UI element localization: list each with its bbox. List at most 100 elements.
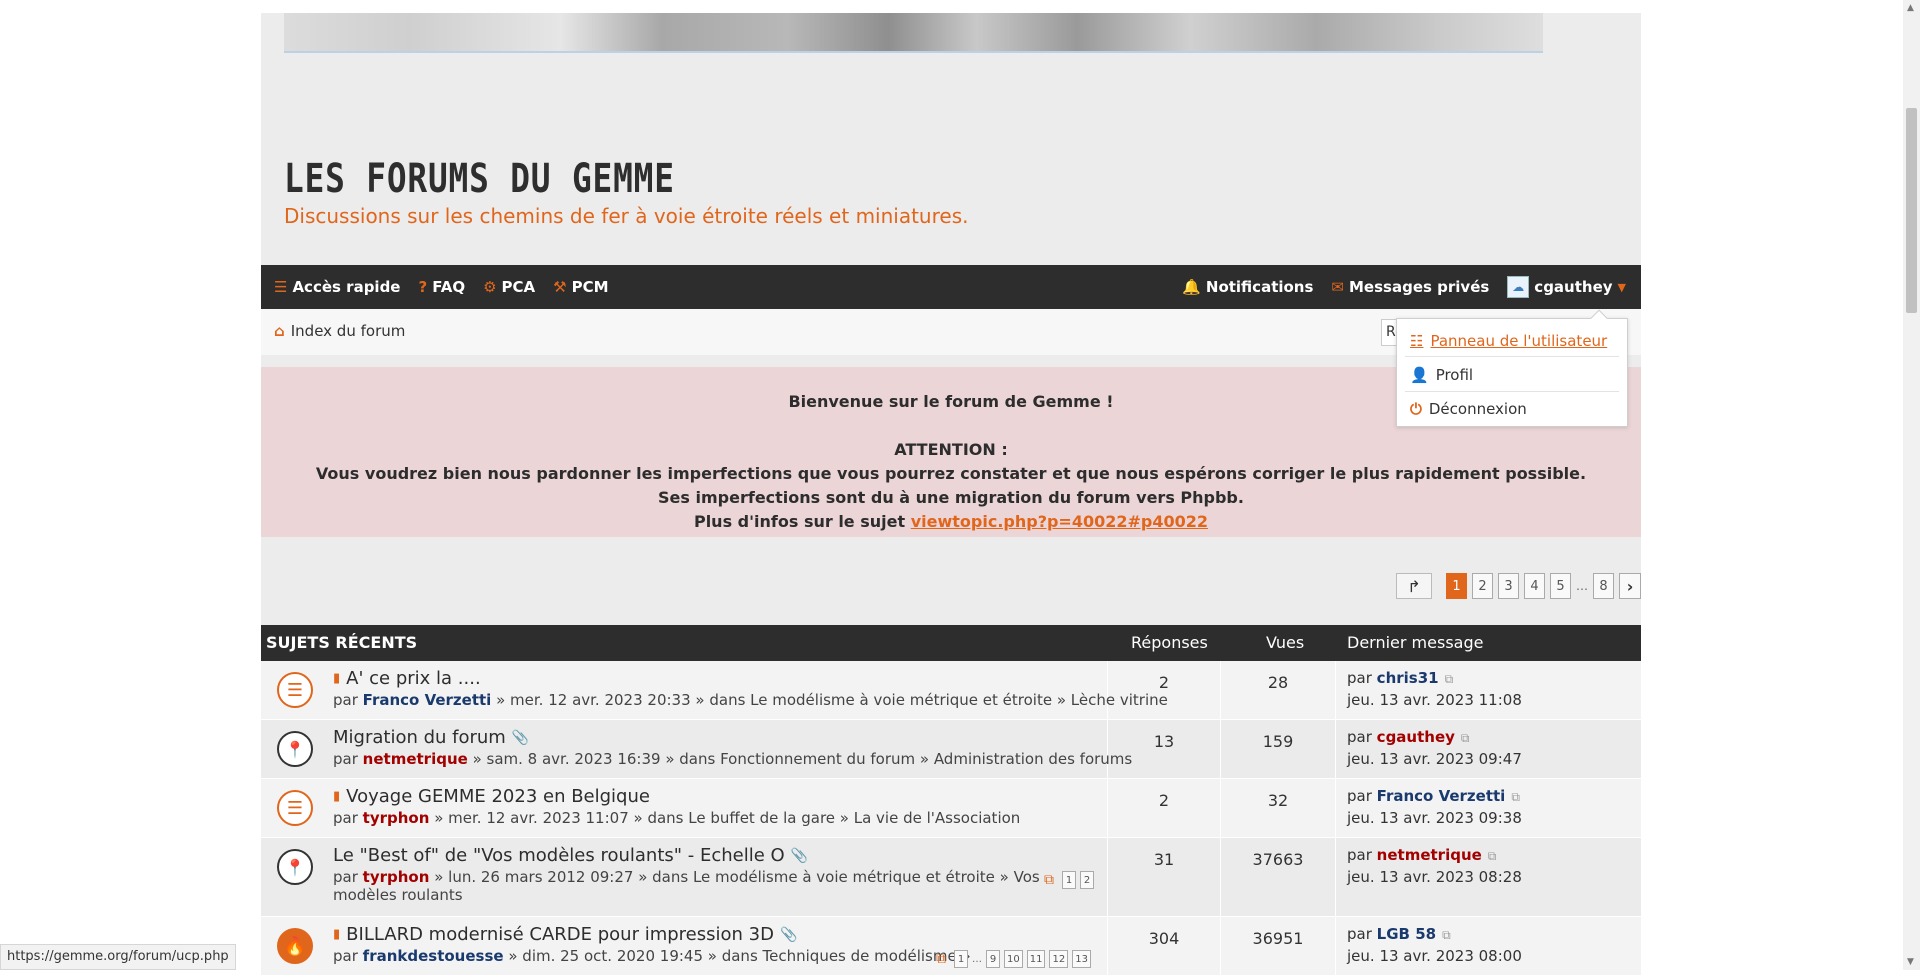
notice-topic-link[interactable]: viewtopic.php?p=40022#p40022 <box>911 512 1208 531</box>
topic-page-link[interactable]: 1 <box>1062 871 1076 889</box>
quick-access-label: Accès rapide <box>292 278 400 296</box>
document-icon: ▮ <box>333 789 340 804</box>
scroll-down-arrow-icon[interactable]: ▼ <box>1907 957 1914 967</box>
pcm-label: PCM <box>572 278 609 296</box>
notifications-link[interactable]: 🔔Notifications <box>1182 278 1313 296</box>
inbox-icon: ✉ <box>1331 278 1344 296</box>
topic-meta-text-cont: modèles roulants <box>333 886 463 904</box>
topic-meta-text: » lun. 26 mars 2012 09:27 » dans Le modé… <box>434 868 1040 886</box>
sliders-icon: ☷ <box>1410 332 1423 350</box>
menu-item-user-panel[interactable]: ☷ Panneau de l'utilisateur <box>1410 332 1607 350</box>
last-by-label: par <box>1347 728 1372 746</box>
page-scrollbar[interactable]: ▲ ▼ <box>1903 0 1920 970</box>
topic-title[interactable]: Migration du forum📎 <box>333 727 529 748</box>
view-latest-icon[interactable]: ⧉ <box>1461 731 1470 745</box>
home-icon: ⌂ <box>274 322 285 340</box>
pcm-link[interactable]: ⚒PCM <box>553 278 608 296</box>
topic-author-link[interactable]: netmetrique <box>363 750 468 768</box>
last-author-link[interactable]: cgauthey <box>1377 728 1455 746</box>
faq-link[interactable]: ?FAQ <box>418 278 465 296</box>
last-by-label: par <box>1347 669 1372 687</box>
topic-cell: ☰ ▮Voyage GEMME 2023 en Belgique par tyr… <box>261 779 1108 837</box>
topic-title[interactable]: ▮ BILLARD modernisé CARDE pour impression… <box>333 924 797 945</box>
menu-item-label: Déconnexion <box>1429 400 1527 418</box>
topic-title[interactable]: ▮Voyage GEMME 2023 en Belgique <box>333 786 650 807</box>
last-post-date: jeu. 13 avr. 2023 11:08 <box>1347 691 1522 709</box>
view-latest-icon[interactable]: ⧉ <box>1445 672 1454 686</box>
paperclip-icon: 📎 <box>512 730 529 746</box>
page-4[interactable]: 4 <box>1524 573 1545 599</box>
jump-to-page-button[interactable]: ↱ <box>1396 573 1432 599</box>
quick-access-menu[interactable]: ☰Accès rapide <box>274 278 400 296</box>
page-ellipsis: … <box>1576 579 1588 593</box>
question-icon: ? <box>418 278 427 296</box>
paperclip-icon: 📎 <box>791 848 808 864</box>
avatar: ☁ <box>1507 276 1529 298</box>
pca-label: PCA <box>502 278 536 296</box>
document-icon: ▮ <box>333 927 340 942</box>
caret-down-icon: ▼ <box>1618 281 1626 294</box>
topic-title[interactable]: Le "Best of" de "Vos modèles roulants" -… <box>333 845 808 866</box>
topic-page-link[interactable]: 9 <box>986 950 1000 968</box>
topic-page-link[interactable]: 13 <box>1072 950 1091 968</box>
topic-author-link[interactable]: Franco Verzetti <box>363 691 492 709</box>
topic-author-link[interactable]: frankdestouesse <box>363 947 504 965</box>
page-2[interactable]: 2 <box>1472 573 1493 599</box>
views-count: 159 <box>1221 720 1336 778</box>
menu-item-label: Panneau de l'utilisateur <box>1430 332 1607 350</box>
view-latest-icon[interactable]: ⧉ <box>1488 849 1497 863</box>
topic-pages: ⧉ 1 2 <box>1044 871 1094 889</box>
topic-meta-text: » dim. 25 oct. 2020 19:45 » dans Techniq… <box>508 947 970 965</box>
private-messages-label: Messages privés <box>1349 278 1489 296</box>
last-author-link[interactable]: Franco Verzetti <box>1377 787 1506 805</box>
last-post: par netmetrique⧉jeu. 13 avr. 2023 08:28 <box>1336 838 1641 916</box>
by-label: par <box>333 947 358 965</box>
topic-page-link[interactable]: 2 <box>1080 871 1094 889</box>
menu-item-logout[interactable]: ⏻Déconnexion <box>1410 400 1527 418</box>
topic-page-link[interactable]: 12 <box>1049 950 1068 968</box>
user-menu-toggle[interactable]: ☁cgauthey▼ <box>1507 276 1626 298</box>
notice-attention: ATTENTION : <box>261 440 1641 459</box>
topic-title-text: Le "Best of" de "Vos modèles roulants" -… <box>333 845 785 866</box>
topic-author-link[interactable]: tyrphon <box>363 809 430 827</box>
topic-meta: par tyrphon » lun. 26 mars 2012 09:27 » … <box>333 868 1040 904</box>
view-latest-icon[interactable]: ⧉ <box>1511 790 1520 804</box>
menu-item-profile[interactable]: 👤Profil <box>1410 366 1473 384</box>
page-1[interactable]: 1 <box>1446 573 1467 599</box>
topic-page-link[interactable]: 10 <box>1004 950 1023 968</box>
last-author-link[interactable]: chris31 <box>1377 669 1439 687</box>
topic-title[interactable]: ▮A' ce prix la .... <box>333 668 481 689</box>
next-page-button[interactable]: › <box>1619 573 1641 599</box>
table-row: 🔥 ▮BILLARD modernisé CARDE pour impressi… <box>261 917 1641 976</box>
last-post: par chris31 ⧉ jeu. 13 avr. 2023 11:08 <box>1336 661 1641 719</box>
page-8[interactable]: 8 <box>1593 573 1614 599</box>
last-author-link[interactable]: LGB 58 <box>1377 925 1436 943</box>
site-title[interactable]: LES FORUMS DU GEMME <box>284 156 675 202</box>
last-by-label: par <box>1347 925 1372 943</box>
page-5[interactable]: 5 <box>1550 573 1571 599</box>
topic-title-text: BILLARD modernisé CARDE pour impression … <box>346 924 774 945</box>
topic-author-link[interactable]: tyrphon <box>363 868 430 886</box>
topic-meta-text: » mer. 12 avr. 2023 20:33 » dans Le modé… <box>496 691 1168 709</box>
topic-read-icon: ☰ <box>277 790 313 826</box>
view-latest-icon[interactable]: ⧉ <box>1442 928 1451 942</box>
main-navbar: ☰Accès rapide ?FAQ ⚙PCA ⚒PCM 🔔Notificati… <box>261 265 1641 309</box>
scroll-thumb[interactable] <box>1906 108 1917 313</box>
last-author-link[interactable]: netmetrique <box>1377 846 1482 864</box>
pca-link[interactable]: ⚙PCA <box>483 278 535 296</box>
views-count: 36951 <box>1221 917 1336 975</box>
scroll-up-arrow-icon[interactable]: ▲ <box>1907 3 1914 13</box>
page-3[interactable]: 3 <box>1498 573 1519 599</box>
topic-cell: ☰ ▮A' ce prix la .... par Franco Verzett… <box>261 661 1108 719</box>
by-label: par <box>333 691 358 709</box>
pinned-topic-icon: 📍 <box>277 849 313 885</box>
topics-header-replies: Réponses <box>1131 633 1208 652</box>
table-row: 📍 Le "Best of" de "Vos modèles roulants"… <box>261 838 1641 917</box>
by-label: par <box>333 868 358 886</box>
chevron-right-icon: › <box>1627 577 1634 596</box>
breadcrumb-home[interactable]: ⌂ Index du forum <box>274 322 405 340</box>
topic-page-link[interactable]: 1 <box>954 950 968 968</box>
private-messages-link[interactable]: ✉ Messages privés <box>1331 278 1489 296</box>
breadcrumb-home-label: Index du forum <box>291 322 406 340</box>
topic-page-link[interactable]: 11 <box>1027 950 1046 968</box>
